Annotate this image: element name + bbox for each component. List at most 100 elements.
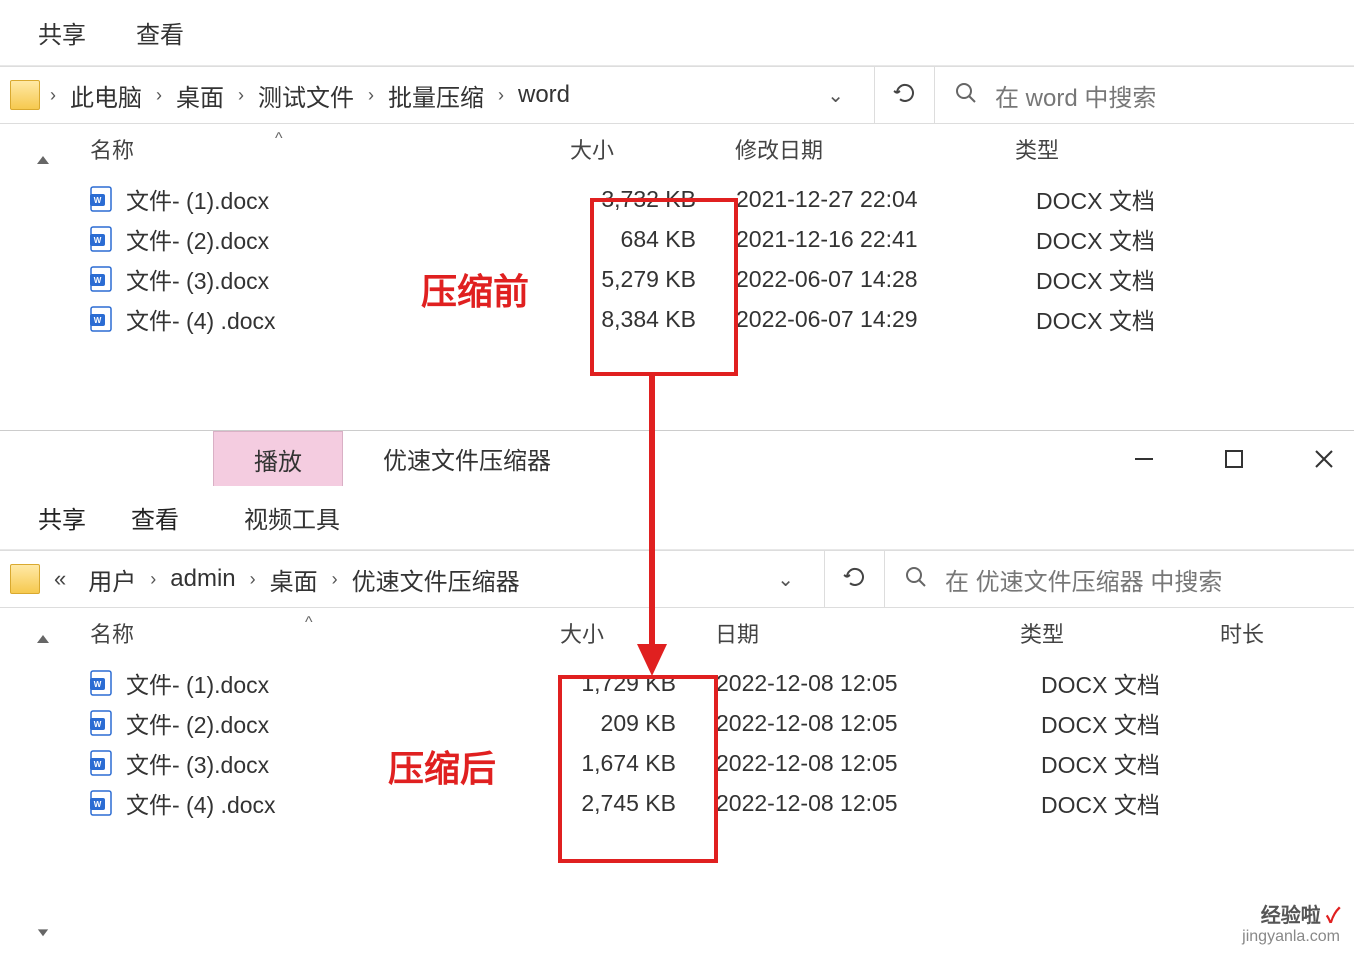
- scroll-up-button[interactable]: [33, 147, 53, 172]
- column-headers: 名称 ^ 大小 日期 类型 时长: [0, 608, 1354, 658]
- search-placeholder: 在 优速文件压缩器 中搜索: [945, 562, 1222, 597]
- tab-share[interactable]: 共享: [38, 500, 86, 535]
- explorer-window-after: 播放 优速文件压缩器 共享 查看 视频工具 « 用户 › admin › 桌面 …: [0, 430, 1354, 954]
- breadcrumb-item[interactable]: word: [518, 81, 570, 109]
- file-size: 5,279 KB: [571, 266, 736, 293]
- column-header-duration[interactable]: 时长: [1220, 617, 1320, 649]
- file-row[interactable]: 文件- (1).docx 1,729 KB 2022-12-08 12:05 D…: [90, 663, 1354, 703]
- chevron-right-icon[interactable]: ›: [250, 569, 256, 590]
- file-type: DOCX 文档: [1021, 746, 1221, 780]
- chevron-up-icon: ^: [275, 130, 283, 148]
- address-bar: « 用户 › admin › 桌面 › 优速文件压缩器 ⌄ 在 优速文件压缩器 …: [0, 550, 1354, 608]
- file-date: 2022-12-08 12:05: [716, 790, 1021, 817]
- file-size: 209 KB: [561, 710, 716, 737]
- close-button[interactable]: [1304, 448, 1344, 470]
- breadcrumb-item[interactable]: admin: [170, 565, 235, 593]
- refresh-button[interactable]: [824, 551, 884, 607]
- folder-icon[interactable]: [10, 80, 40, 110]
- file-date: 2022-06-07 14:29: [736, 306, 1016, 333]
- tab-video-tools[interactable]: 视频工具: [244, 500, 340, 535]
- folder-icon[interactable]: [10, 564, 40, 594]
- file-date: 2022-06-07 14:28: [736, 266, 1016, 293]
- column-header-name[interactable]: 名称 ^: [90, 617, 560, 649]
- scroll-down-button[interactable]: [33, 919, 53, 944]
- scroll-up-button[interactable]: [33, 626, 53, 651]
- tab-share[interactable]: 共享: [38, 15, 86, 50]
- chevron-right-icon[interactable]: ›: [156, 85, 162, 106]
- file-size: 684 KB: [571, 226, 736, 253]
- breadcrumb-item[interactable]: 用户: [88, 562, 136, 597]
- history-back-icon[interactable]: «: [54, 566, 66, 592]
- docx-icon: [90, 306, 112, 332]
- chevron-right-icon[interactable]: ›: [498, 85, 504, 106]
- chevron-right-icon[interactable]: ›: [332, 569, 338, 590]
- file-row[interactable]: 文件- (4) .docx 8,384 KB 2022-06-07 14:29 …: [90, 299, 1354, 339]
- file-name: 文件- (2).docx: [126, 222, 571, 256]
- file-name: 文件- (1).docx: [126, 666, 561, 700]
- search-placeholder: 在 word 中搜索: [995, 78, 1156, 113]
- watermark-brand: 经验啦: [1261, 905, 1321, 927]
- column-header-date[interactable]: 修改日期: [735, 133, 1015, 165]
- column-headers: 名称 ^ 大小 修改日期 类型: [0, 124, 1354, 174]
- file-row[interactable]: 文件- (2).docx 684 KB 2021-12-16 22:41 DOC…: [90, 219, 1354, 259]
- file-date: 2021-12-27 22:04: [736, 186, 1016, 213]
- search-input[interactable]: 在 优速文件压缩器 中搜索: [884, 551, 1354, 607]
- column-header-size[interactable]: 大小: [570, 133, 735, 165]
- address-bar: › 此电脑 › 桌面 › 测试文件 › 批量压缩 › word ⌄ 在 word…: [0, 66, 1354, 124]
- checkmark-icon: ✓: [1326, 905, 1340, 927]
- file-row[interactable]: 文件- (2).docx 209 KB 2022-12-08 12:05 DOC…: [90, 703, 1354, 743]
- ribbon-tabs: 共享 查看: [0, 0, 1354, 66]
- file-row[interactable]: 文件- (3).docx 5,279 KB 2022-06-07 14:28 D…: [90, 259, 1354, 299]
- column-header-size[interactable]: 大小: [560, 617, 715, 649]
- breadcrumb-item[interactable]: 桌面: [270, 562, 318, 597]
- chevron-right-icon[interactable]: ›: [238, 85, 244, 106]
- title-bar: 播放 优速文件压缩器: [0, 431, 1354, 486]
- file-row[interactable]: 文件- (3).docx 1,674 KB 2022-12-08 12:05 D…: [90, 743, 1354, 783]
- file-name: 文件- (4) .docx: [126, 302, 571, 336]
- chevron-down-icon[interactable]: ⌄: [827, 83, 844, 108]
- chevron-right-icon[interactable]: ›: [150, 569, 156, 590]
- file-name: 文件- (4) .docx: [126, 786, 561, 820]
- file-name: 文件- (3).docx: [126, 746, 561, 780]
- column-header-date[interactable]: 日期: [715, 617, 1020, 649]
- search-input[interactable]: 在 word 中搜索: [934, 67, 1354, 123]
- file-name: 文件- (1).docx: [126, 182, 571, 216]
- chevron-down-icon[interactable]: ⌄: [777, 567, 794, 592]
- maximize-button[interactable]: [1214, 448, 1254, 470]
- file-type: DOCX 文档: [1016, 182, 1216, 216]
- file-size: 3,732 KB: [571, 186, 736, 213]
- file-list: 文件- (1).docx 3,732 KB 2021-12-27 22:04 D…: [0, 174, 1354, 339]
- file-type: DOCX 文档: [1016, 222, 1216, 256]
- file-type: DOCX 文档: [1021, 786, 1221, 820]
- docx-icon: [90, 670, 112, 696]
- chevron-right-icon[interactable]: ›: [368, 85, 374, 106]
- window-title: 优速文件压缩器: [343, 431, 591, 486]
- breadcrumb-item[interactable]: 此电脑: [70, 78, 142, 113]
- window-controls: [1124, 431, 1354, 486]
- file-type: DOCX 文档: [1016, 262, 1216, 296]
- file-row[interactable]: 文件- (1).docx 3,732 KB 2021-12-27 22:04 D…: [90, 179, 1354, 219]
- breadcrumb[interactable]: « 用户 › admin › 桌面 › 优速文件压缩器 ⌄: [50, 562, 824, 597]
- explorer-window-before: 共享 查看 › 此电脑 › 桌面 › 测试文件 › 批量压缩 › word ⌄ …: [0, 0, 1354, 430]
- contextual-tab-play[interactable]: 播放: [213, 431, 343, 486]
- column-header-type[interactable]: 类型: [1015, 133, 1215, 165]
- refresh-button[interactable]: [874, 67, 934, 123]
- file-size: 1,729 KB: [561, 670, 716, 697]
- refresh-icon: [893, 81, 917, 110]
- chevron-right-icon[interactable]: ›: [50, 85, 56, 106]
- breadcrumb-item[interactable]: 优速文件压缩器: [352, 562, 520, 597]
- tab-view[interactable]: 查看: [131, 500, 179, 535]
- breadcrumb[interactable]: › 此电脑 › 桌面 › 测试文件 › 批量压缩 › word ⌄: [50, 78, 874, 113]
- file-size: 2,745 KB: [561, 790, 716, 817]
- minimize-button[interactable]: [1124, 448, 1164, 470]
- column-header-type[interactable]: 类型: [1020, 617, 1220, 649]
- column-header-name[interactable]: 名称 ^: [90, 133, 570, 165]
- breadcrumb-item[interactable]: 批量压缩: [388, 78, 484, 113]
- file-date: 2022-12-08 12:05: [716, 710, 1021, 737]
- chevron-up-icon: ^: [305, 614, 313, 632]
- breadcrumb-item[interactable]: 桌面: [176, 78, 224, 113]
- file-type: DOCX 文档: [1021, 706, 1221, 740]
- tab-view[interactable]: 查看: [136, 15, 184, 50]
- breadcrumb-item[interactable]: 测试文件: [258, 78, 354, 113]
- file-row[interactable]: 文件- (4) .docx 2,745 KB 2022-12-08 12:05 …: [90, 783, 1354, 823]
